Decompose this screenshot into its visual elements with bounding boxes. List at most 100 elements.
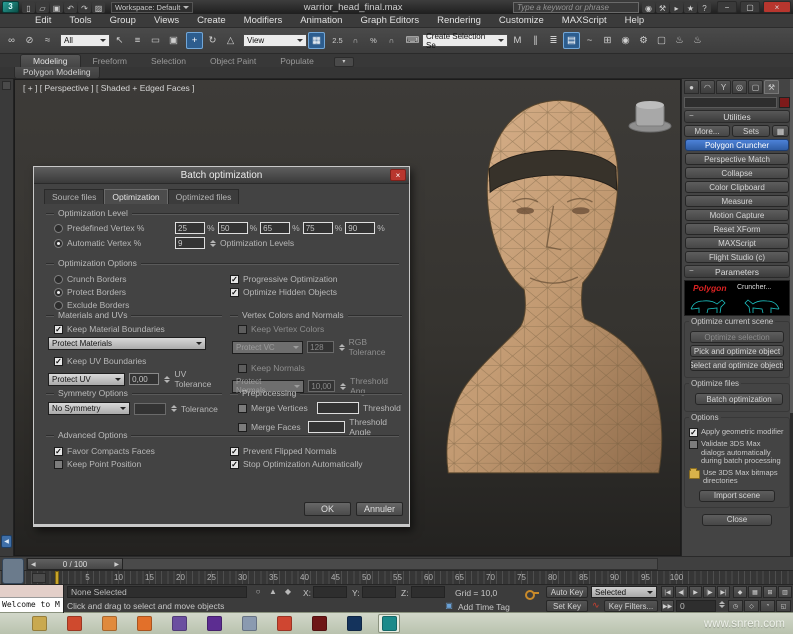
infocenter-search-input[interactable] bbox=[513, 2, 639, 13]
taskbar-app-icon[interactable] bbox=[98, 614, 120, 633]
toolbar-icon[interactable]: ≈ bbox=[39, 32, 56, 49]
mini-listener-grip[interactable] bbox=[2, 558, 24, 584]
toolbar-icon[interactable]: ▣ bbox=[165, 32, 182, 49]
infocenter-icon[interactable]: ⚒ bbox=[656, 2, 669, 13]
protect-borders-radio[interactable] bbox=[54, 288, 63, 297]
infocenter-icon[interactable]: ? bbox=[698, 2, 711, 13]
listener-macro-row[interactable] bbox=[0, 585, 63, 598]
quick-access-icon[interactable]: ▨ bbox=[92, 2, 105, 13]
track-bar[interactable]: 5101520253035404550556065707580859095100 bbox=[0, 570, 793, 584]
toolbar-icon[interactable]: ▤ bbox=[563, 32, 580, 49]
ribbon-tab[interactable]: Freeform bbox=[81, 55, 139, 67]
toolbar-icon[interactable]: + bbox=[186, 32, 203, 49]
predefined-percent-field[interactable]: 65 bbox=[260, 222, 290, 234]
toolbar-icon[interactable]: ↖ bbox=[111, 32, 128, 49]
menu-item[interactable]: Animation bbox=[291, 15, 351, 26]
y-coordinate-field[interactable] bbox=[362, 586, 396, 598]
dialog-title-bar[interactable]: Batch optimization × bbox=[34, 167, 409, 184]
auto-key-button[interactable]: Auto Key bbox=[546, 586, 588, 598]
toolbar-icon[interactable]: ♨ bbox=[671, 32, 688, 49]
ribbon-tab[interactable]: Modeling bbox=[20, 54, 81, 67]
menu-item[interactable]: Customize bbox=[490, 15, 553, 26]
status-misc-button[interactable]: ◆ bbox=[733, 586, 747, 598]
command-panel-tab[interactable]: ⚒ bbox=[764, 80, 779, 94]
toolbar-icon[interactable]: ▭ bbox=[147, 32, 164, 49]
menu-item[interactable]: Group bbox=[101, 15, 145, 26]
x-coordinate-field[interactable] bbox=[313, 586, 347, 598]
taskbar-app-icon[interactable] bbox=[273, 614, 295, 633]
panel-close-button[interactable]: Close bbox=[702, 514, 772, 526]
3dsmax-logo-icon[interactable]: 3 bbox=[2, 1, 19, 13]
sets-button[interactable]: Sets bbox=[732, 125, 770, 137]
restore-button[interactable]: ▢ bbox=[740, 1, 760, 13]
key-filters-button[interactable]: Key Filters... bbox=[604, 600, 658, 612]
command-panel-tab[interactable]: Y bbox=[716, 80, 731, 94]
toolbar-icon[interactable]: ⊘ bbox=[21, 32, 38, 49]
taskbar-app-icon[interactable] bbox=[133, 614, 155, 633]
apply-geometric-modifier-checkbox[interactable]: ✓ bbox=[689, 428, 698, 437]
infocenter-icon[interactable]: ★ bbox=[684, 2, 697, 13]
set-key-curve-icon[interactable]: ∿ bbox=[592, 600, 600, 611]
toolbar-icon[interactable]: ∥ bbox=[527, 32, 544, 49]
prevent-flipped-normals-checkbox[interactable]: ✓ bbox=[230, 447, 239, 456]
taskbar-app-icon[interactable] bbox=[343, 614, 365, 633]
status-icon[interactable]: ○ bbox=[252, 586, 264, 598]
polygon-modeling-panel-tab[interactable]: Polygon Modeling bbox=[14, 67, 100, 79]
frame-spinner[interactable] bbox=[719, 601, 725, 608]
menu-item[interactable]: MAXScript bbox=[553, 15, 616, 26]
taskbar-app-icon[interactable] bbox=[378, 614, 400, 633]
playback-button[interactable]: |◀ bbox=[661, 586, 674, 598]
optimization-levels-field[interactable]: 9 bbox=[175, 237, 205, 249]
merge-threshold-field[interactable] bbox=[317, 402, 359, 414]
listener-text[interactable]: Welcome to M bbox=[0, 598, 63, 612]
object-name-field[interactable] bbox=[684, 97, 777, 108]
status-icon[interactable]: ▲ bbox=[267, 586, 279, 598]
spinner[interactable] bbox=[339, 344, 345, 351]
current-frame-marker[interactable] bbox=[55, 571, 59, 585]
menu-item[interactable]: Edit bbox=[26, 15, 60, 26]
status-misc-button[interactable]: ▥ bbox=[778, 586, 792, 598]
toolbar-icon[interactable]: △ bbox=[222, 32, 239, 49]
viewport-nav-button[interactable]: ◷ bbox=[728, 600, 743, 612]
utility-button[interactable]: Polygon Cruncher bbox=[685, 139, 789, 151]
menu-item[interactable]: Tools bbox=[60, 15, 100, 26]
command-panel-tab[interactable]: ▢ bbox=[748, 80, 763, 94]
utility-button[interactable]: Flight Studio (c) bbox=[685, 251, 789, 263]
toolbar-icon[interactable]: ⊞ bbox=[599, 32, 616, 49]
taskbar-app-icon[interactable] bbox=[203, 614, 225, 633]
command-panel-tab[interactable]: ◠ bbox=[700, 80, 715, 94]
ok-button[interactable]: OK bbox=[304, 502, 351, 516]
utility-button[interactable]: Color Clipboard bbox=[685, 181, 789, 193]
minimize-button[interactable]: − bbox=[717, 1, 737, 13]
dialog-close-button[interactable]: × bbox=[390, 169, 406, 181]
go-to-end-button[interactable]: ▶▶ bbox=[661, 600, 674, 612]
keep-material-checkbox[interactable]: ✓ bbox=[54, 325, 63, 334]
predefined-percent-field[interactable]: 90 bbox=[345, 222, 375, 234]
quick-access-icon[interactable]: ↷ bbox=[78, 2, 91, 13]
toolbar-icon[interactable]: ⚙ bbox=[635, 32, 652, 49]
command-panel-tab[interactable]: ● bbox=[684, 80, 699, 94]
frame-back-arrow[interactable]: ◀ bbox=[31, 561, 36, 568]
viewport-nav-button[interactable]: ◱ bbox=[776, 600, 791, 612]
taskbar-app-icon[interactable] bbox=[308, 614, 330, 633]
toolbar-icon[interactable]: ∞ bbox=[3, 32, 20, 49]
warrior-head-model[interactable] bbox=[419, 82, 681, 474]
keep-normals-checkbox[interactable] bbox=[238, 364, 247, 373]
ribbon-tab[interactable]: Selection bbox=[139, 55, 198, 67]
exclude-borders-radio[interactable] bbox=[54, 301, 63, 310]
taskbar-app-icon[interactable] bbox=[238, 614, 260, 633]
time-slider-handle[interactable]: ◀ 0 / 100 ▶ bbox=[27, 558, 123, 570]
status-icon[interactable]: ◆ bbox=[282, 586, 294, 598]
rgb-tolerance-field[interactable]: 128 bbox=[307, 341, 333, 353]
toolbar-icon[interactable]: ▢ bbox=[653, 32, 670, 49]
infocenter-icon[interactable]: ▸ bbox=[670, 2, 683, 13]
utility-button[interactable]: MAXScript bbox=[685, 237, 789, 249]
utility-button[interactable]: Collapse bbox=[685, 167, 789, 179]
taskbar-app-icon[interactable] bbox=[63, 614, 85, 633]
toolbar-icon[interactable]: ≡ bbox=[129, 32, 146, 49]
infocenter-icon[interactable]: ◉ bbox=[642, 2, 655, 13]
viewport-label[interactable]: [ + ] [ Perspective ] [ Shaded + Edged F… bbox=[23, 83, 195, 93]
frame-forward-arrow[interactable]: ▶ bbox=[114, 561, 119, 568]
viewport-nav-button[interactable]: ◇ bbox=[744, 600, 759, 612]
add-time-tag[interactable]: Add Time Tag bbox=[458, 602, 510, 612]
